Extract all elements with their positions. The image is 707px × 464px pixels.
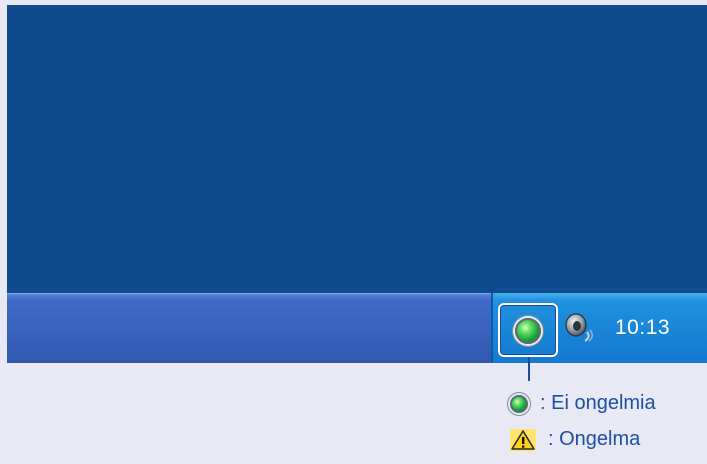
green-status-icon [510,394,528,413]
legend-problem-row: : Ongelma [510,428,640,451]
callout-connector-line [528,357,530,381]
legend-ok-text: : Ei ongelmia [540,392,656,414]
speaker-icon[interactable] [563,312,599,342]
legend-problem-text: : Ongelma [548,428,641,450]
green-status-icon [515,318,541,344]
legend-ok-row: : Ei ongelmia [510,392,656,415]
status-tray-icon-button[interactable] [498,303,558,357]
taskbar[interactable] [7,293,491,363]
desktop-background [7,5,707,293]
taskbar-clock[interactable]: 10:13 [615,316,670,340]
warning-icon [510,428,536,451]
